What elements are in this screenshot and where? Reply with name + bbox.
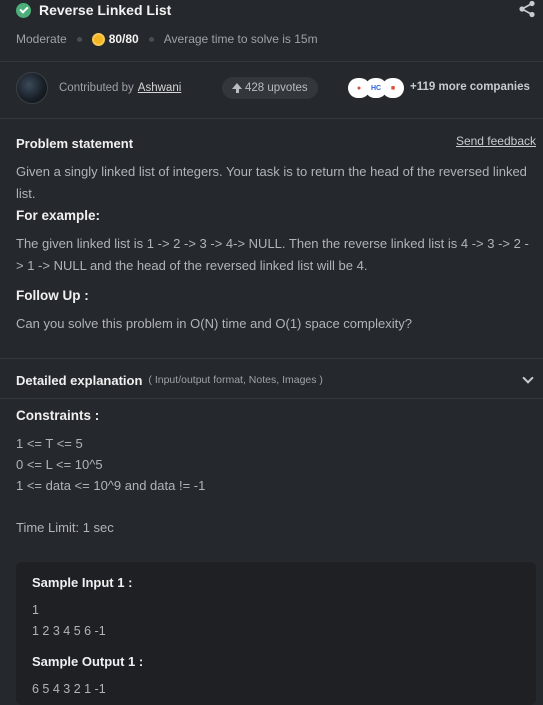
followup-text: Can you solve this problem in O(N) time …	[16, 316, 412, 331]
constraint-line: 1 <= T <= 5	[16, 436, 83, 451]
constraint-line: 1 <= data <= 10^9 and data != -1	[16, 478, 206, 493]
contributor-name-link[interactable]: Ashwani	[138, 82, 181, 94]
divider	[0, 398, 543, 399]
sample-input-line: 1 2 3 4 5 6 -1	[32, 624, 106, 638]
solved-check-icon	[16, 2, 31, 18]
problem-title: Reverse Linked List	[39, 2, 172, 18]
example-text: The given linked list is 1 -> 2 -> 3 -> …	[16, 236, 529, 273]
contributor-text: Contributed by Ashwani	[59, 82, 181, 94]
sample-input-line: 1	[32, 603, 39, 617]
title-row: Reverse Linked List	[16, 0, 536, 20]
problem-panel: Reverse Linked List Moderate 80/80 Avera…	[0, 0, 543, 705]
meta-row: Moderate 80/80 Average time to solve is …	[16, 30, 318, 48]
detailed-explanation-toggle[interactable]: Detailed explanation ( Input/output form…	[16, 370, 536, 390]
difficulty-label: Moderate	[16, 32, 67, 46]
separator-dot	[148, 36, 154, 42]
coin-icon	[91, 32, 105, 46]
followup-heading: Follow Up :	[16, 288, 89, 303]
sample-output-line: 6 5 4 3 2 1 -1	[32, 682, 106, 696]
score-value: 80/80	[108, 32, 139, 46]
average-time: Average time to solve is 15m	[163, 32, 318, 46]
divider	[0, 358, 543, 359]
separator-dot	[76, 36, 82, 42]
detailed-explanation-subtitle: ( Input/output format, Notes, Images )	[148, 374, 323, 386]
example-heading: For example:	[16, 208, 101, 223]
chevron-down-icon[interactable]	[522, 372, 534, 384]
upvote-button[interactable]: 428 upvotes	[222, 77, 318, 99]
time-limit: Time Limit: 1 sec	[16, 520, 114, 535]
send-feedback-link[interactable]: Send feedback	[456, 134, 536, 148]
contributor-row: Contributed by Ashwani 428 upvotes ● HC ■…	[16, 71, 538, 105]
company-logo-icon: ■	[382, 78, 404, 98]
detailed-explanation-title: Detailed explanation	[16, 372, 143, 388]
upvote-count: 428 upvotes	[245, 82, 308, 94]
sample-input-heading: Sample Input 1 :	[32, 575, 133, 590]
upvote-arrow-icon	[232, 83, 242, 93]
constraint-line: 0 <= L <= 10^5	[16, 457, 103, 472]
share-icon[interactable]	[518, 0, 536, 18]
contributor-avatar	[16, 72, 48, 104]
divider	[0, 118, 543, 119]
sample-box: Sample Input 1 : 1 1 2 3 4 5 6 -1 Sample…	[16, 562, 536, 705]
constraints-heading: Constraints :	[16, 408, 100, 423]
divider	[0, 61, 543, 62]
problem-intro: Given a singly linked list of integers. …	[16, 164, 527, 201]
sample-output-heading: Sample Output 1 :	[32, 654, 144, 669]
company-logos[interactable]: ● HC ■	[348, 78, 404, 98]
more-companies-link[interactable]: +119 more companies	[410, 81, 530, 93]
problem-statement-heading: Problem statement	[16, 136, 134, 151]
contributor-prefix: Contributed by	[59, 82, 134, 94]
